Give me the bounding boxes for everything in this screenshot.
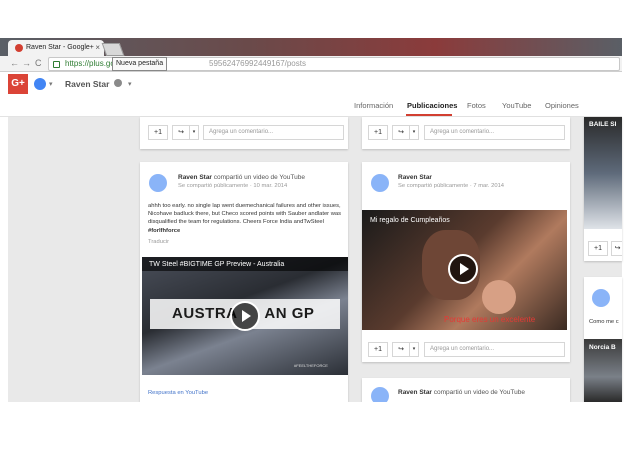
post-card: Raven Star compartió un video de YouTube xyxy=(362,378,570,402)
video-title: TW Steel #BIGTIME GP Preview - Australia xyxy=(149,261,285,268)
author-avatar[interactable] xyxy=(371,387,389,402)
page-name[interactable]: Raven Star xyxy=(65,79,109,89)
forward-icon[interactable]: → xyxy=(22,58,31,68)
bottom-margin xyxy=(0,402,640,458)
author-avatar[interactable] xyxy=(149,174,167,192)
google-plus-favicon-icon xyxy=(15,44,23,52)
tab-publicaciones[interactable]: Publicaciones xyxy=(407,101,457,110)
comment-input[interactable]: Agrega un comentario... xyxy=(424,125,565,140)
share-dropdown-icon[interactable]: ▾ xyxy=(409,342,419,357)
tab-fotos[interactable]: Fotos xyxy=(467,101,486,110)
browser-tab[interactable]: Raven Star - Google+ × xyxy=(8,40,104,56)
post-card-previous: +1 ↪ ▾ Agrega un comentario... xyxy=(362,117,570,149)
post-text: ahhh too early. no single lap went dueme… xyxy=(148,203,342,234)
video-brand-text: #FEELTHEFORCE xyxy=(294,363,328,368)
share-icon[interactable]: ↪ xyxy=(172,125,190,140)
post-action: compartió un video de YouTube xyxy=(433,389,525,396)
video-thumbnail[interactable]: Mi regalo de Cumpleaños Porque eres un e… xyxy=(362,210,567,330)
tab-youtube[interactable]: YouTube xyxy=(502,101,531,110)
post-card-partial: BAILE SI +1 ↪ xyxy=(584,117,622,261)
reload-icon[interactable]: C xyxy=(35,58,42,68)
video-title: BAILE SI xyxy=(589,121,617,128)
lock-icon xyxy=(53,61,60,68)
share-dropdown-icon[interactable]: ▾ xyxy=(409,125,419,140)
post-text: Como me c xyxy=(589,319,619,325)
play-icon[interactable] xyxy=(230,301,260,331)
video-title: Mi regalo de Cumpleaños xyxy=(370,217,450,224)
tab-informacion[interactable]: Información xyxy=(354,101,393,110)
post-card-partial: Como me c Norcia B xyxy=(584,277,622,402)
video-thumbnail[interactable]: TW Steel #BIGTIME GP Preview - Australia… xyxy=(142,257,348,375)
video-title: Norcia B xyxy=(589,344,616,351)
plus-one-button[interactable]: +1 xyxy=(368,342,388,357)
share-dropdown-icon[interactable]: ▾ xyxy=(189,125,199,140)
translate-link[interactable]: Traducir xyxy=(148,239,169,245)
share-icon[interactable]: ↪ xyxy=(611,241,622,256)
close-tab-icon[interactable]: × xyxy=(95,43,100,52)
author-avatar[interactable] xyxy=(592,289,610,307)
comment-input[interactable]: Agrega un comentario... xyxy=(424,342,565,357)
notification-icon[interactable] xyxy=(114,79,122,87)
post-meta: Se compartió públicamente · 7 mar. 2014 xyxy=(398,183,505,189)
video-thumbnail[interactable]: BAILE SI xyxy=(584,117,622,229)
post-author[interactable]: Raven Star compartió un video de YouTube xyxy=(398,389,525,396)
chevron-down-icon[interactable]: ▾ xyxy=(128,80,132,88)
page-avatar-icon[interactable] xyxy=(34,78,46,90)
url-text: https://plus.go xyxy=(65,59,115,68)
tab-title: Raven Star - Google+ xyxy=(26,44,94,51)
url-text-rest: 595624769924491​67/posts xyxy=(209,59,306,68)
comment-input[interactable]: Agrega un comentario... xyxy=(203,125,344,140)
post-author[interactable]: Raven Star compartió un video de YouTube xyxy=(178,174,305,181)
youtube-reply-link[interactable]: Respuesta en YouTube xyxy=(148,390,208,396)
new-tab-tooltip: Nueva pestaña xyxy=(112,57,168,71)
post-card-previous: +1 ↪ ▾ Agrega un comentario... xyxy=(140,117,348,149)
post-card: Raven Star compartió un video de YouTube… xyxy=(140,162,348,402)
back-icon[interactable]: ← xyxy=(10,58,19,68)
share-icon[interactable]: ↪ xyxy=(392,342,410,357)
hashtag-link[interactable]: #forlfhforce xyxy=(148,228,180,234)
active-tab-indicator xyxy=(406,114,452,116)
post-card: Raven Star Se compartió públicamente · 7… xyxy=(362,162,570,362)
gplus-logo[interactable]: G+ xyxy=(8,74,28,94)
share-icon[interactable]: ↪ xyxy=(392,125,410,140)
video-thumbnail[interactable]: Norcia B xyxy=(584,339,622,402)
post-author[interactable]: Raven Star xyxy=(398,174,432,181)
author-avatar[interactable] xyxy=(371,174,389,192)
video-caption: Porque eres un excelente xyxy=(444,315,536,324)
chevron-down-icon[interactable]: ▾ xyxy=(49,80,53,88)
video-face-shape xyxy=(482,280,516,314)
plus-one-button[interactable]: +1 xyxy=(588,241,608,256)
tab-opiniones[interactable]: Opiniones xyxy=(545,101,579,110)
post-meta: Se compartió públicamente · 10 mar. 2014 xyxy=(178,183,288,189)
plus-one-button[interactable]: +1 xyxy=(148,125,168,140)
play-icon[interactable] xyxy=(448,254,478,284)
post-action: compartió un video de YouTube xyxy=(213,174,305,181)
plus-one-button[interactable]: +1 xyxy=(368,125,388,140)
